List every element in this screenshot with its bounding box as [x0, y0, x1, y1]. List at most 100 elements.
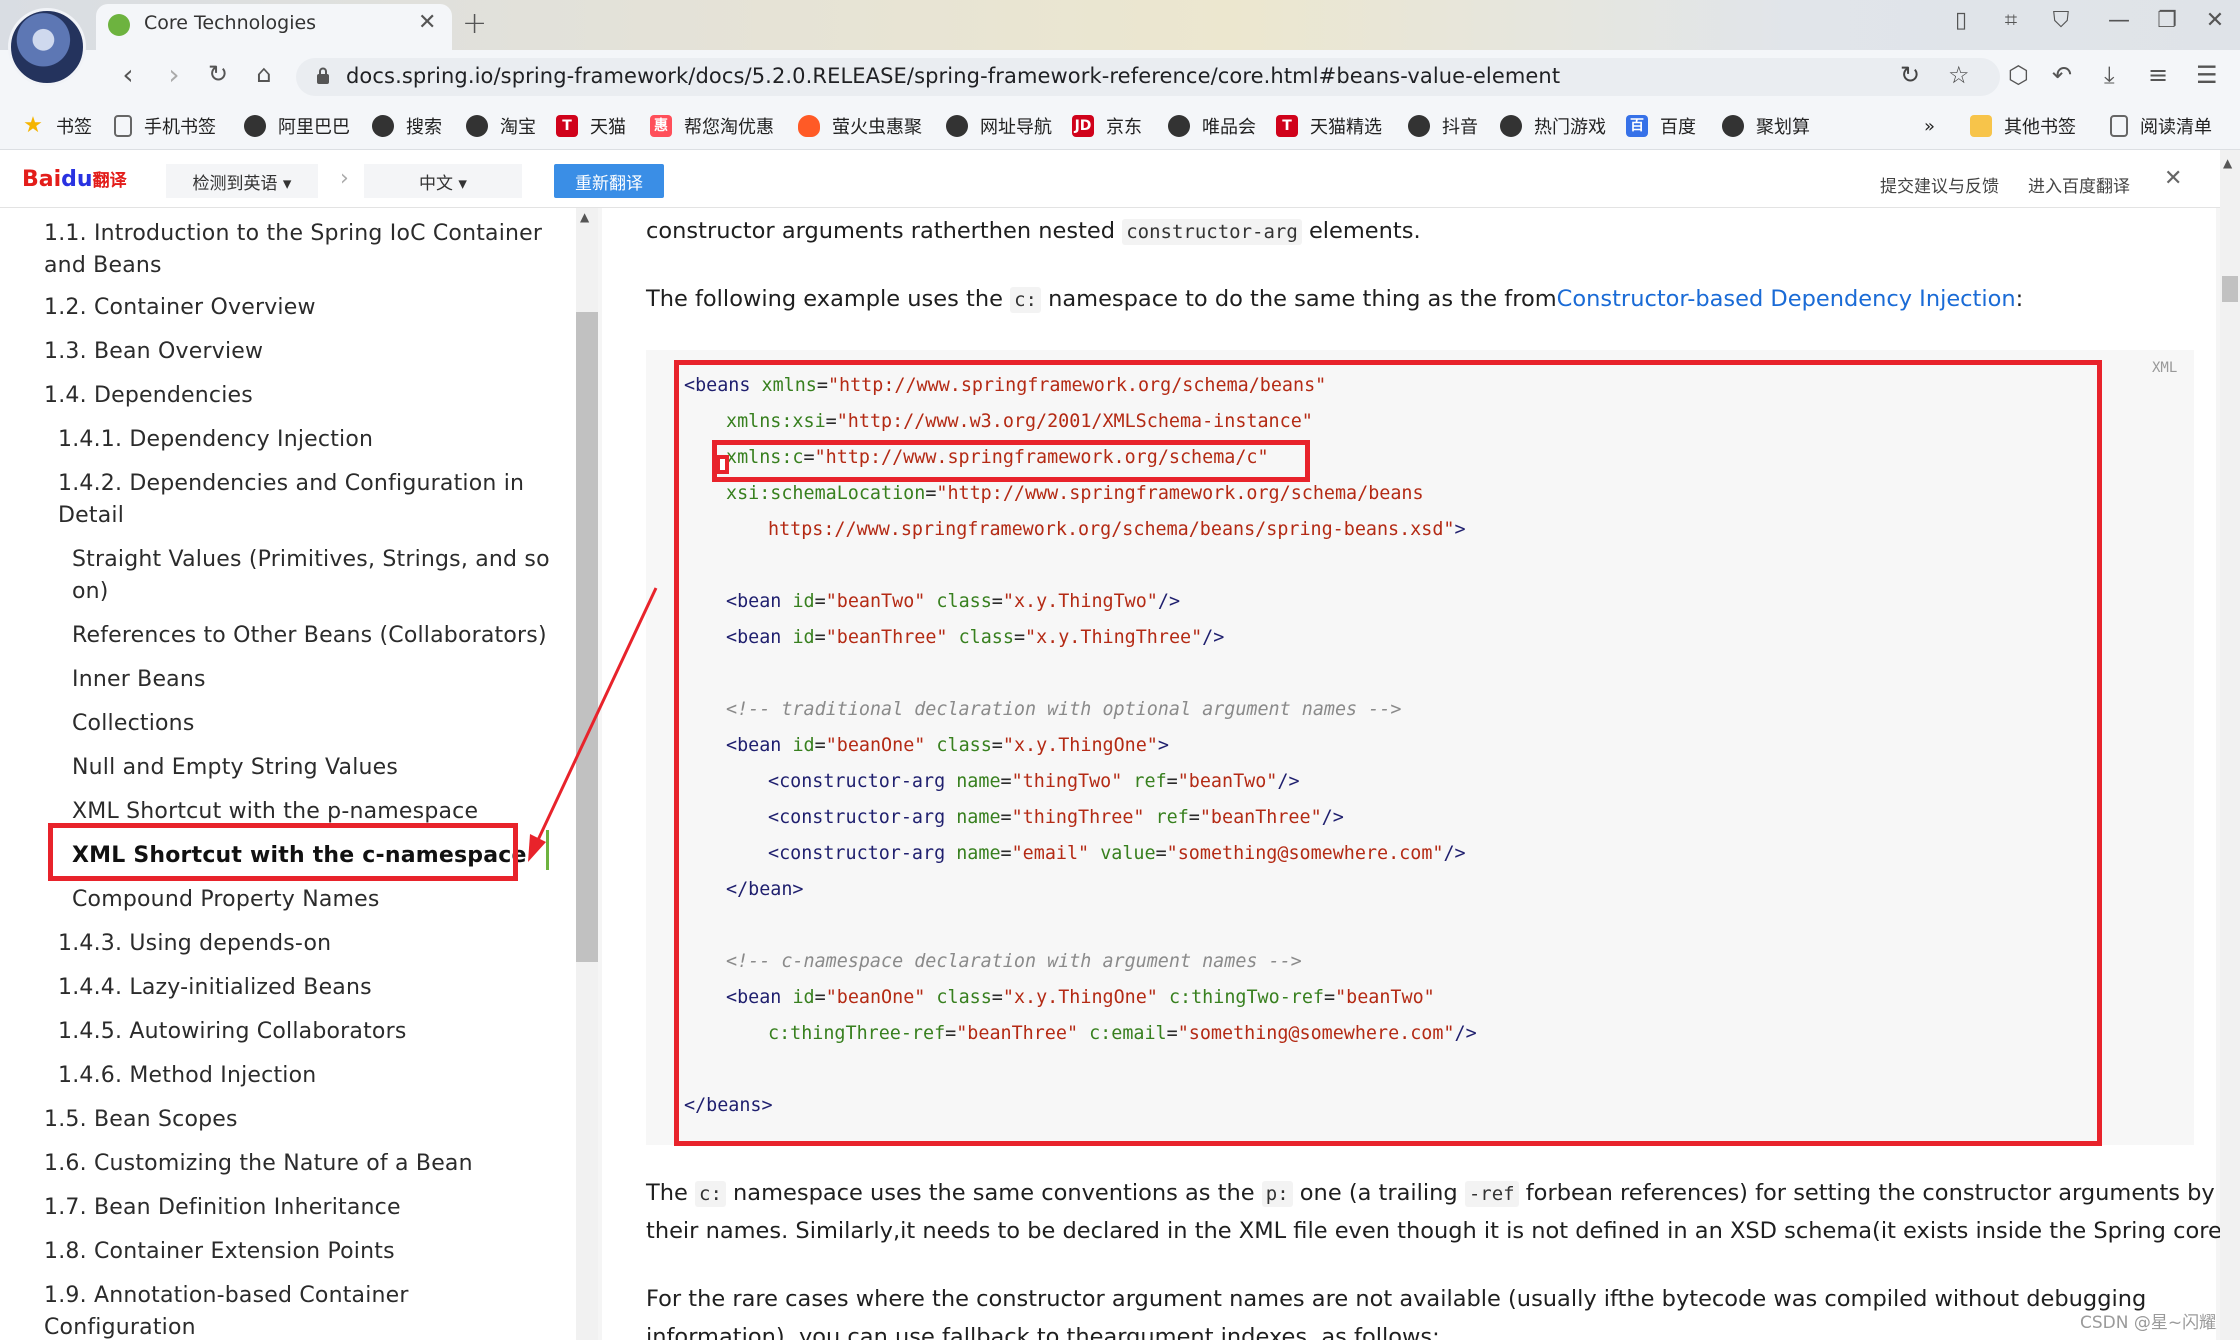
toc-item[interactable]: 1.4.2. Dependencies and Configuration in — [58, 468, 524, 500]
toc-red-highlight-box — [48, 823, 518, 881]
window-close-icon[interactable]: ✕ — [2200, 8, 2230, 33]
feedback-link[interactable]: 提交建议与反馈 — [1880, 172, 1999, 197]
bookmark-item[interactable]: ★ 书签 — [22, 112, 92, 140]
source-language-select[interactable]: 检测到英语 ▾ — [166, 164, 318, 198]
toc-active-marker — [546, 830, 549, 870]
toc-item[interactable]: 1.4.6. Method Injection — [58, 1060, 316, 1092]
bookmark-item[interactable]: 惠帮您淘优惠 — [650, 112, 774, 140]
forward-arrow-icon[interactable]: › — [156, 58, 192, 91]
undo-close-icon[interactable]: ↶ — [2052, 61, 2072, 89]
toc-item[interactable]: Detail — [58, 500, 124, 532]
paragraph-fallback-indexes-2: information), you can use fallback to th… — [646, 1324, 1440, 1340]
share-icon[interactable]: ↻ — [1900, 61, 1920, 89]
xmlns-c-marker — [716, 455, 729, 474]
page-scrollbar[interactable] — [2220, 150, 2240, 1340]
reload-icon[interactable]: ↻ — [200, 60, 236, 88]
target-language-select[interactable]: 中文 ▾ — [364, 164, 522, 198]
bookmark-item[interactable]: 阿里巴巴 — [244, 112, 350, 140]
url-text[interactable]: docs.spring.io/spring-framework/docs/5.2… — [346, 64, 1560, 88]
bookmark-item[interactable]: 聚划算 — [1722, 112, 1810, 140]
tab-list-icon[interactable]: ▯ — [1946, 8, 1976, 33]
new-tab-button[interactable]: + — [462, 6, 487, 41]
bookmark-circle-icon — [244, 115, 266, 137]
inline-code: -ref — [1464, 1181, 1519, 1207]
bookmark-item[interactable]: 萤火虫惠聚 — [798, 112, 922, 140]
menu-icon[interactable]: ☰ — [2196, 61, 2218, 89]
text: The — [646, 1180, 695, 1206]
bookmark-item[interactable]: 网址导航 — [946, 112, 1052, 140]
toc-item[interactable]: 1.4.5. Autowiring Collaborators — [58, 1016, 406, 1048]
profile-avatar[interactable] — [8, 8, 86, 86]
bookmark-item[interactable]: 搜索 — [372, 112, 442, 140]
bookmark-item[interactable]: JD 京东 — [1072, 112, 1142, 140]
toc-item[interactable]: 1.4.3. Using depends-on — [58, 928, 331, 960]
bookmark-item[interactable]: 其他书签 — [1970, 112, 2076, 140]
bookmark-item[interactable]: » — [1924, 112, 1935, 140]
bookmark-item[interactable]: 抖音 — [1408, 112, 1478, 140]
toc-item[interactable]: 1.1. Introduction to the Spring IoC Cont… — [44, 218, 542, 250]
bookmark-item[interactable]: 手机书签 — [114, 112, 216, 140]
tab-close-icon[interactable]: ✕ — [418, 10, 436, 35]
page-scroll-thumb[interactable] — [2222, 276, 2238, 302]
toc-item[interactable]: 1.4.4. Lazy-initialized Beans — [58, 972, 372, 1004]
toc-item[interactable]: Straight Values (Primitives, Strings, an… — [72, 544, 550, 576]
star-icon[interactable]: ☆ — [1948, 61, 1970, 89]
bookmark-red-icon: T — [1276, 115, 1298, 137]
toc-item[interactable]: Compound Property Names — [72, 884, 380, 916]
translate-bar-close-icon[interactable]: ✕ — [2164, 166, 2182, 191]
bookmark-circle-icon — [1722, 115, 1744, 137]
toc-item[interactable]: Collections — [72, 708, 194, 740]
retranslate-button[interactable]: 重新翻译 — [554, 164, 664, 198]
bookmark-item[interactable]: 阅读清单 — [2110, 112, 2212, 140]
bookmark-circle-icon — [946, 115, 968, 137]
bookmark-item[interactable]: T 天猫 — [556, 112, 626, 140]
bookmark-circle-icon — [1168, 115, 1190, 137]
sidebar-scroll-thumb[interactable] — [576, 312, 598, 962]
paragraph-example-intro: The following example uses the c: namesp… — [646, 280, 2023, 319]
open-baidu-translate-link[interactable]: 进入百度翻译 — [2028, 172, 2130, 197]
toc-item[interactable]: on) — [72, 576, 109, 608]
home-icon[interactable]: ⌂ — [246, 60, 282, 88]
text: forbean references) for setting the cons… — [1518, 1180, 2215, 1206]
toc-item[interactable]: 1.2. Container Overview — [44, 292, 316, 324]
baidu-translate-logo[interactable]: Baidu翻译 — [22, 166, 127, 192]
bookmark-item[interactable]: 百百度 — [1626, 112, 1696, 140]
bookmark-item[interactable]: 唯品会 — [1168, 112, 1256, 140]
minimize-icon[interactable]: — — [2104, 8, 2134, 33]
bookmark-item[interactable]: T 天猫精选 — [1276, 112, 1382, 140]
bookmark-label: 聚划算 — [1756, 117, 1810, 138]
toc-item[interactable]: 1.7. Bean Definition Inheritance — [44, 1192, 401, 1224]
toc-item[interactable]: 1.8. Container Extension Points — [44, 1236, 395, 1268]
inline-code: p: — [1261, 1181, 1293, 1207]
toc-item[interactable]: Null and Empty String Values — [72, 752, 398, 784]
toc-item[interactable]: 1.9. Annotation-based Container — [44, 1280, 409, 1312]
toc-item[interactable]: 1.4. Dependencies — [44, 380, 253, 412]
text: namespace to do the same thing as the fr… — [1040, 286, 1557, 312]
bookmark-doc-icon — [2110, 115, 2128, 137]
toc-item[interactable]: 1.4.1. Dependency Injection — [58, 424, 373, 456]
page-scroll-up-icon[interactable]: ▲ — [2223, 156, 2232, 170]
toc-item[interactable]: and Beans — [44, 250, 162, 282]
sidebar-scroll-up-icon[interactable]: ▲ — [580, 210, 589, 224]
toc-item[interactable]: Configuration — [44, 1312, 196, 1340]
shirt-skin-icon[interactable]: ⛉ — [2046, 8, 2076, 33]
toc-item[interactable]: 1.3. Bean Overview — [44, 336, 263, 368]
reading-icon[interactable]: ≡ — [2148, 61, 2168, 89]
bookmark-item[interactable]: 淘宝 — [466, 112, 536, 140]
back-arrow-icon[interactable]: ‹ — [110, 58, 146, 91]
restore-icon[interactable]: ❐ — [2152, 8, 2182, 33]
bookmark-circle-icon — [1500, 115, 1522, 137]
constructor-di-link[interactable]: Constructor-based Dependency Injection — [1557, 286, 2016, 312]
extensions-icon[interactable]: ⬡ — [2008, 61, 2029, 89]
bookmark-item[interactable]: 热门游戏 — [1500, 112, 1606, 140]
bookmark-label: 天猫精选 — [1310, 117, 1382, 138]
toc-item[interactable]: 1.5. Bean Scopes — [44, 1104, 238, 1136]
bookmark-label: 阿里巴巴 — [278, 117, 350, 138]
toc-item[interactable]: Inner Beans — [72, 664, 206, 696]
gamepad-icon[interactable]: ⌗ — [1996, 8, 2026, 33]
download-icon[interactable]: ⤓ — [2104, 61, 2115, 89]
text: one (a trailing — [1292, 1180, 1465, 1206]
toc-item[interactable]: 1.6. Customizing the Nature of a Bean — [44, 1148, 473, 1180]
toc-item[interactable]: References to Other Beans (Collaborators… — [72, 620, 547, 652]
bookmark-circle-icon — [372, 115, 394, 137]
